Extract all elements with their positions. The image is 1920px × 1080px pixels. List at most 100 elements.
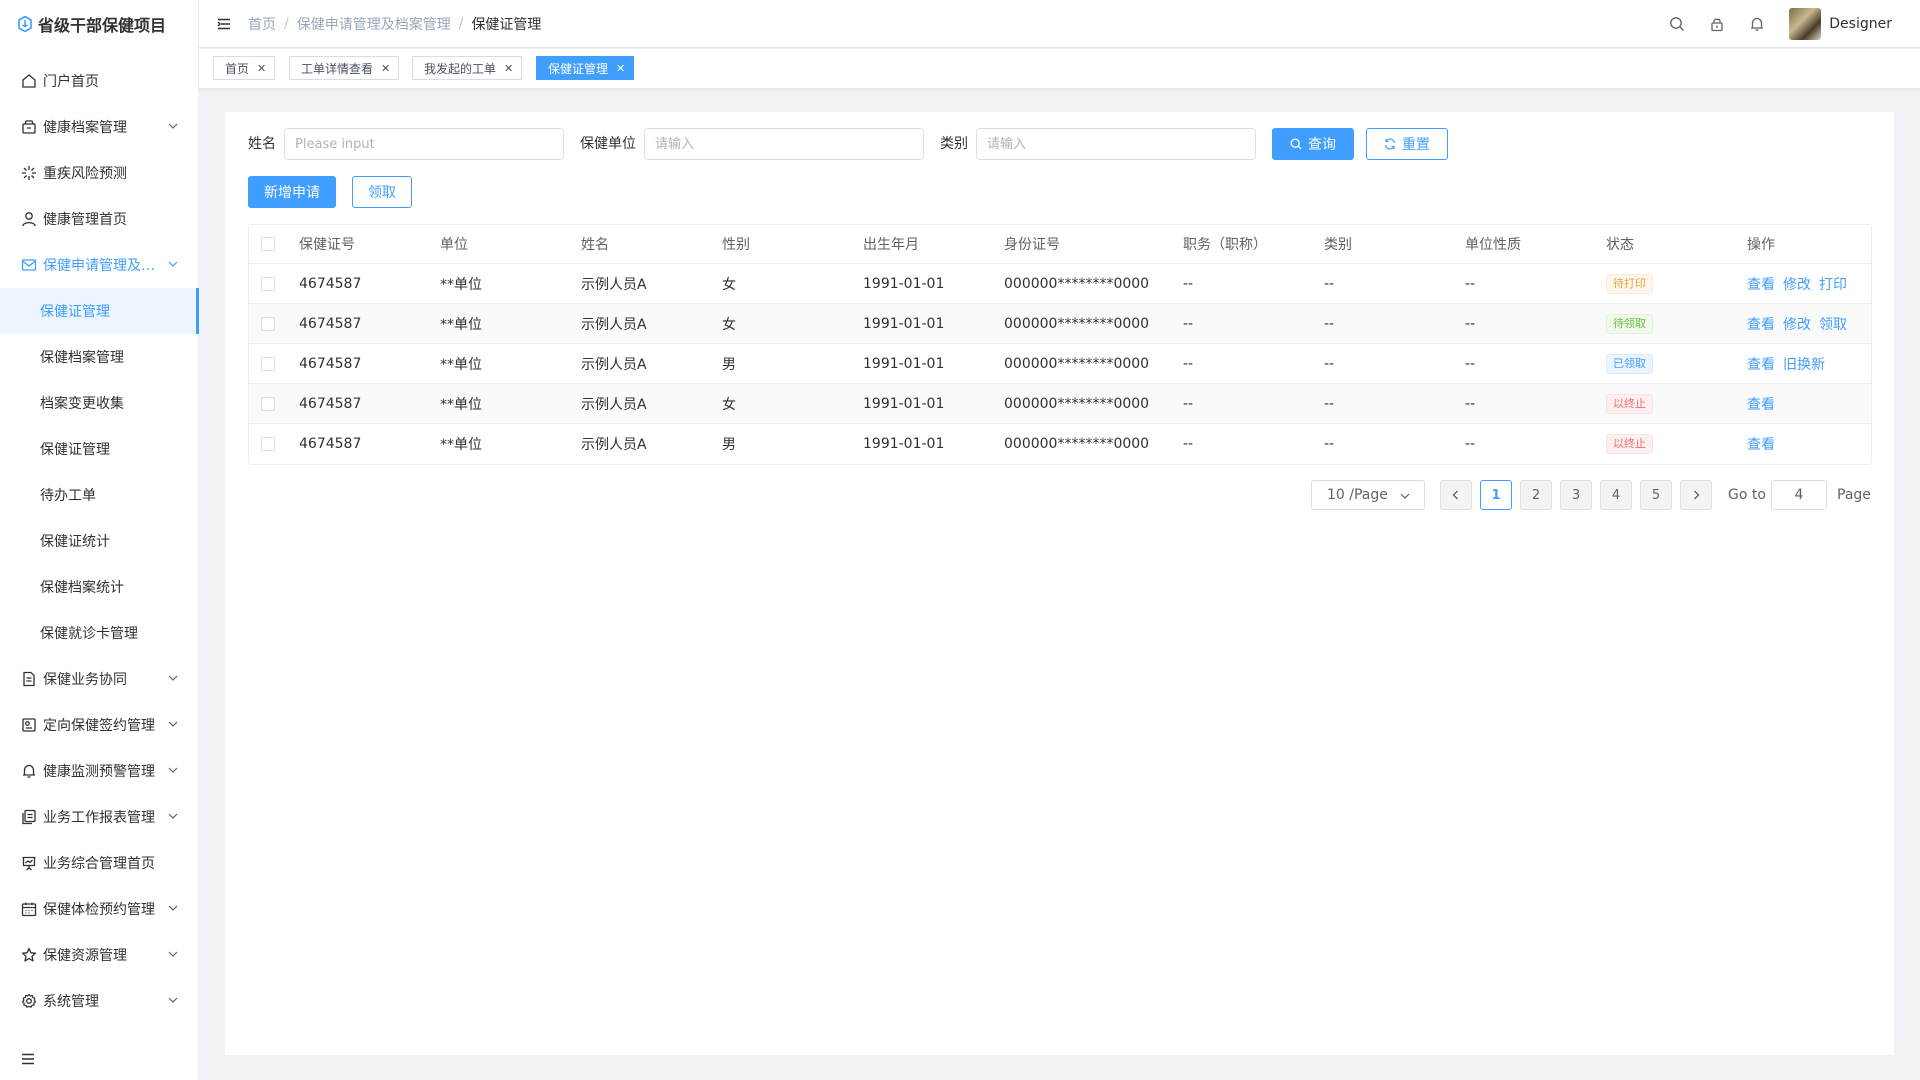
sidebar-item-health-monitoring[interactable]: 健康监测预警管理 [0,748,198,794]
cell-birth: 1991-01-01 [863,436,945,452]
sidebar-item-label: 保健资源管理 [43,948,127,964]
row-checkbox[interactable] [261,437,275,451]
sidebar-item-work-reports[interactable]: 业务工作报表管理 [0,794,198,840]
table-row: 4674587 **单位 示例人员A 女 1991-01-01 000000**… [249,304,1871,344]
add-application-button[interactable]: 新增申请 [248,176,336,208]
goto-page-input[interactable] [1771,480,1827,510]
select-all-checkbox[interactable] [261,237,275,251]
star-icon [21,947,37,962]
submenu-item-clinic-card[interactable]: 保健就诊卡管理 [0,610,198,656]
menu-toggle-icon[interactable] [217,17,231,31]
print-link[interactable]: 打印 [1819,277,1847,293]
calendar-icon [21,902,37,917]
sidebar-item-label: 健康监测预警管理 [43,764,155,780]
breadcrumb-separator: / [458,15,464,32]
page-button[interactable]: 3 [1560,480,1592,510]
tag-label: 我发起的工单 [424,61,497,76]
close-icon[interactable]: ✕ [504,62,513,75]
page-suffix-label: Page [1837,487,1871,503]
row-checkbox[interactable] [261,356,275,371]
tag-my-orders[interactable]: 我发起的工单 ✕ [412,56,523,80]
view-link[interactable]: 查看 [1747,317,1775,333]
view-link[interactable]: 查看 [1747,437,1775,453]
sidebar-item-application-management[interactable]: 保健申请管理及… [0,242,198,288]
column-header: 职务（职称） [1183,237,1267,253]
sidebar-item-resource-management[interactable]: 保健资源管理 [0,932,198,978]
unit-input[interactable] [644,128,924,160]
view-link[interactable]: 查看 [1747,277,1775,293]
type-input[interactable] [976,128,1256,160]
claim-button[interactable]: 领取 [352,176,412,208]
cell-card-no: 4674587 [299,315,362,332]
sidebar-item-business-collab[interactable]: 保健业务协同 [0,656,198,702]
sidebar-item-checkup-booking[interactable]: 保健体检预约管理 [0,886,198,932]
tag-label: 工单详情查看 [301,61,374,76]
name-input[interactable] [284,128,564,160]
cell-gender: 女 [722,316,736,333]
prev-page-button[interactable] [1440,480,1472,510]
cell-unit-nature: -- [1465,275,1476,292]
breadcrumb-item-section[interactable]: 保健申请管理及档案管理 [297,14,451,34]
cell-unit-nature: -- [1465,355,1476,372]
sidebar-item-system-management[interactable]: 系统管理 [0,978,198,1024]
query-button[interactable]: 查询 [1272,128,1354,160]
column-header: 姓名 [581,237,609,253]
row-checkbox[interactable] [261,316,275,331]
table-row: 4674587 **单位 示例人员A 女 1991-01-01 000000**… [249,264,1871,304]
tags-view: 首页 ✕ 工单详情查看 ✕ 我发起的工单 ✕ 保健证管理 ✕ [199,49,1920,89]
close-icon[interactable]: ✕ [381,62,390,75]
unit-label: 保健单位 [580,136,636,152]
status-badge: 以终止 [1606,434,1653,454]
tag-order-detail[interactable]: 工单详情查看 ✕ [289,56,400,80]
submenu-item-todo-orders[interactable]: 待办工单 [0,472,198,518]
table-row: 4674587 **单位 示例人员A 女 1991-01-01 000000**… [249,384,1871,424]
next-page-button[interactable] [1680,480,1712,510]
view-link[interactable]: 查看 [1747,397,1775,413]
sidebar-item-health-home[interactable]: 健康管理首页 [0,196,198,242]
sidebar-item-label: 健康档案管理 [43,120,127,136]
tag-home[interactable]: 首页 ✕ [213,56,276,80]
edit-link[interactable]: 修改 [1783,317,1811,333]
tag-label: 保健证管理 [548,61,609,76]
username[interactable]: Designer [1829,16,1892,32]
app-logo[interactable]: 省级干部保健项目 [0,0,198,48]
tag-card-management[interactable]: 保健证管理 ✕ [536,56,635,80]
cell-gender: 女 [722,396,736,413]
tag-label: 首页 [225,61,250,76]
submenu-item-label: 保健证管理 [40,304,110,320]
page-size-select[interactable]: 10 /Page [1311,480,1425,510]
sidebar-item-portal-home[interactable]: 门户首页 [0,58,198,104]
bell-icon[interactable] [1749,16,1765,32]
breadcrumb-item-home[interactable]: 首页 [248,14,276,34]
type-label: 类别 [940,136,968,152]
close-icon[interactable]: ✕ [257,62,266,75]
search-icon[interactable] [1669,16,1685,32]
collapse-sidebar-icon[interactable] [21,1052,35,1066]
sidebar-item-risk-prediction[interactable]: 重疾风险预测 [0,150,198,196]
submenu-item-archive-stats[interactable]: 保健档案统计 [0,564,198,610]
sidebar-item-contract-management[interactable]: 定向保健签约管理 [0,702,198,748]
close-icon[interactable]: ✕ [616,62,625,75]
column-header: 性别 [722,237,750,253]
row-checkbox[interactable] [261,396,275,411]
page-button[interactable]: 2 [1520,480,1552,510]
submenu-item-archive-management[interactable]: 保健档案管理 [0,334,198,380]
sidebar-item-health-archive[interactable]: 健康档案管理 [0,104,198,150]
avatar[interactable] [1789,8,1822,40]
submenu-item-card-stats[interactable]: 保健证统计 [0,518,198,564]
lock-icon[interactable] [1709,16,1725,32]
edit-link[interactable]: 修改 [1783,277,1811,293]
view-link[interactable]: 查看 [1747,357,1775,373]
sidebar-item-business-home[interactable]: 业务综合管理首页 [0,840,198,886]
submenu-item-card-management[interactable]: 保健证管理 [0,288,199,334]
page-button[interactable]: 4 [1600,480,1632,510]
page-button[interactable]: 1 [1480,480,1512,510]
sidebar-item-label: 保健体检预约管理 [43,902,155,918]
submenu-item-card-management-2[interactable]: 保健证管理 [0,426,198,472]
submenu-item-archive-change[interactable]: 档案变更收集 [0,380,198,426]
claim-link[interactable]: 领取 [1819,317,1847,333]
page-button[interactable]: 5 [1640,480,1672,510]
replace-link[interactable]: 旧换新 [1783,357,1825,373]
row-checkbox[interactable] [261,276,275,291]
reset-button[interactable]: 重置 [1366,128,1448,160]
